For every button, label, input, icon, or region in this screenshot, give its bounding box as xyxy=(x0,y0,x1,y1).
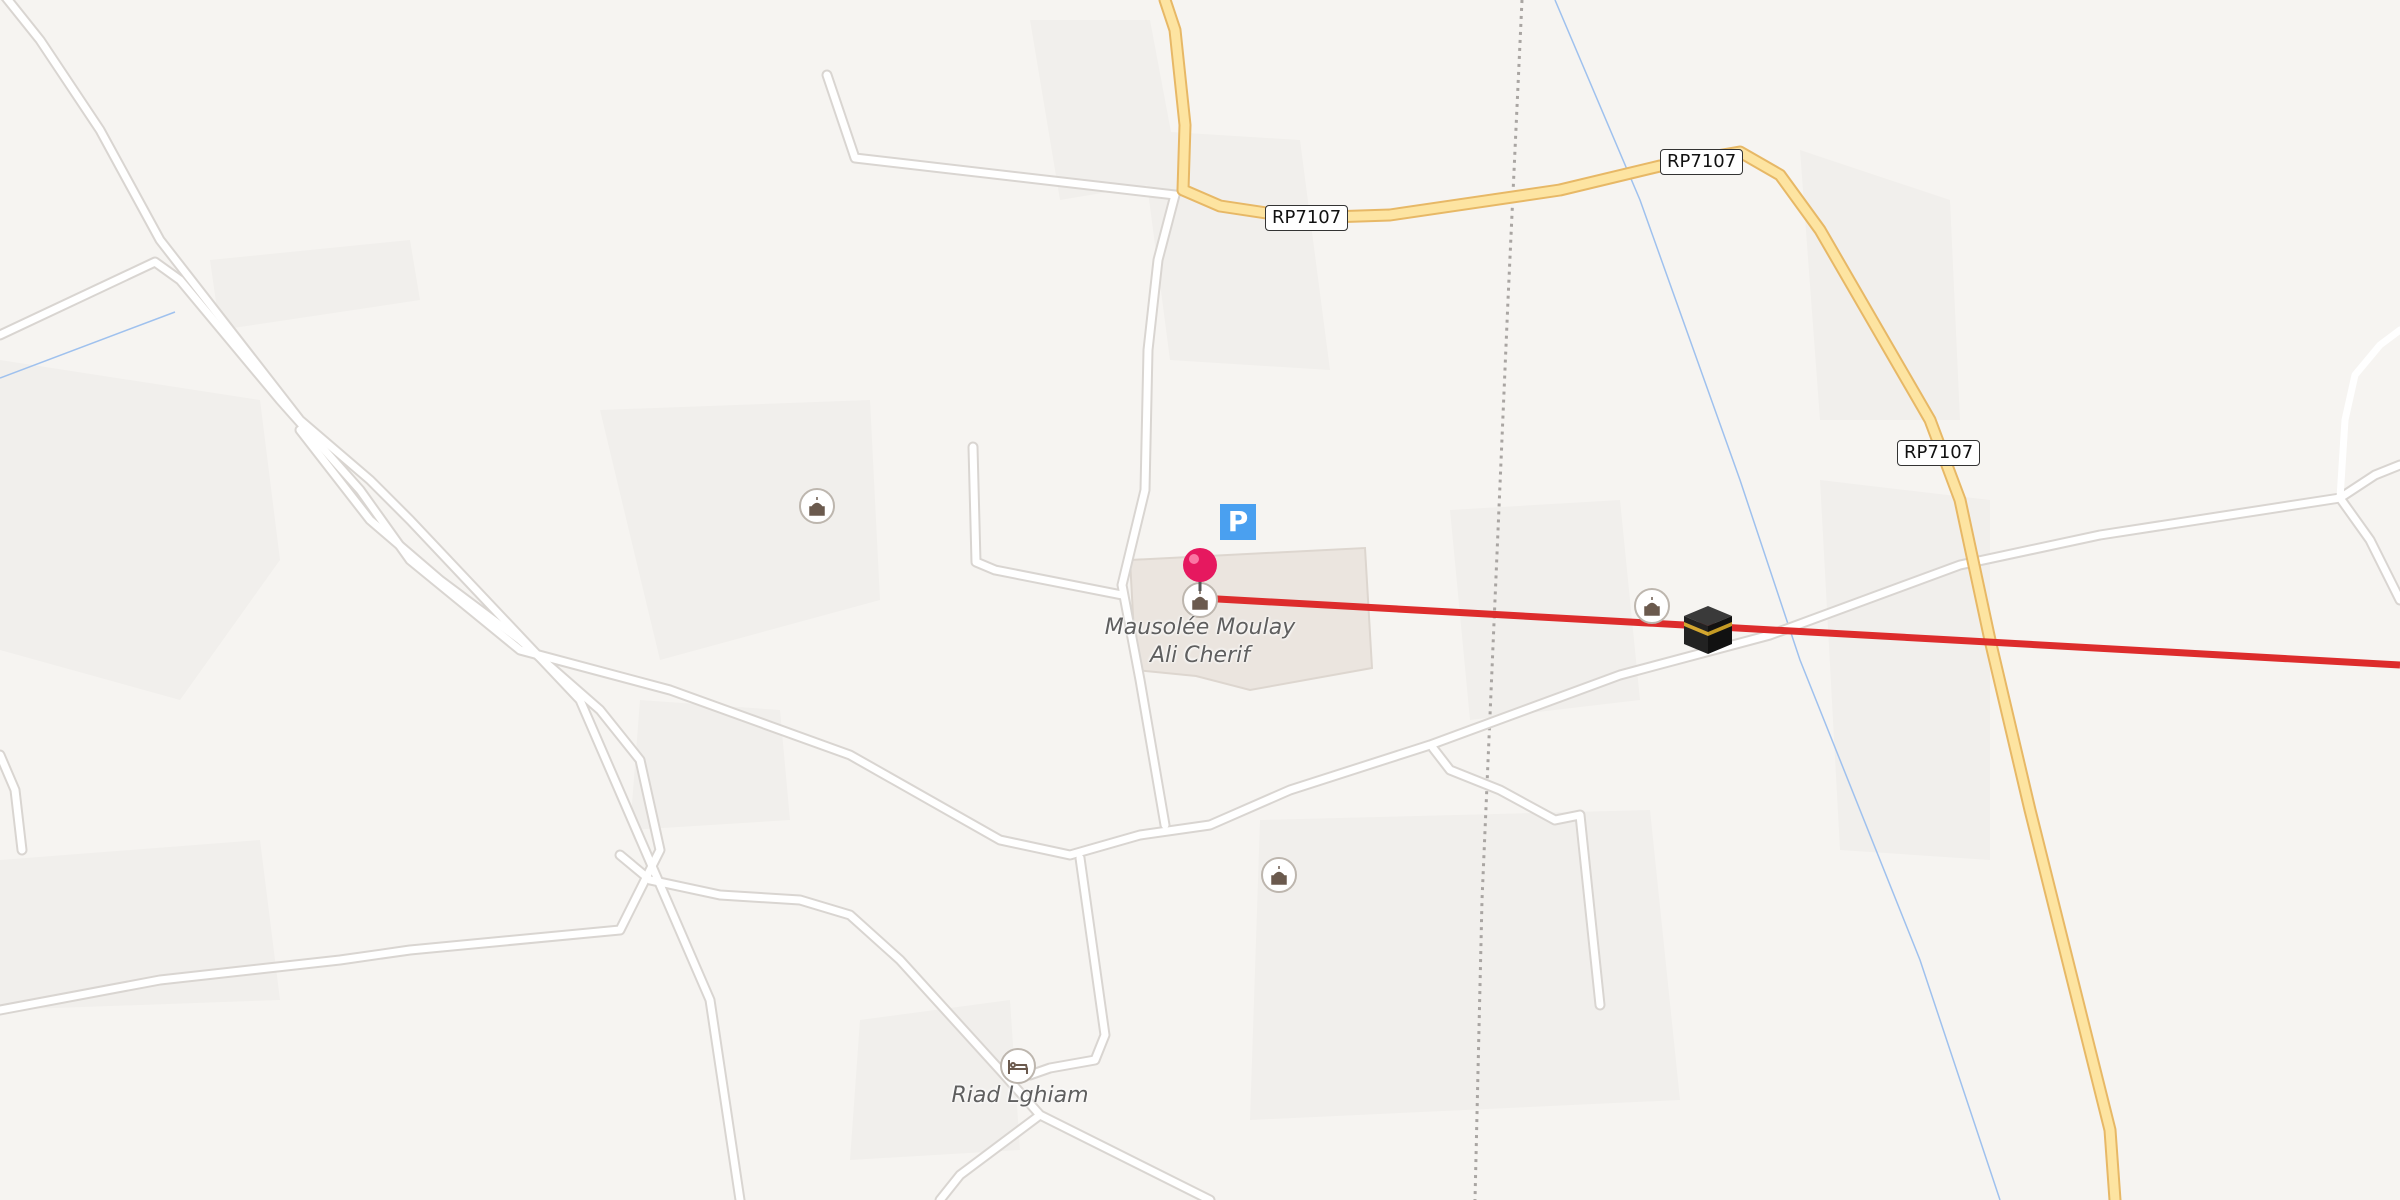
route-shield: RP7107 xyxy=(1897,440,1981,466)
route-shield: RP7107 xyxy=(1660,149,1744,175)
place-label-mausolee[interactable]: Mausolée Moulay Ali Cherif xyxy=(1100,614,1300,670)
place-label-riad[interactable]: Riad Lghiam xyxy=(940,1082,1100,1110)
mosque-icon[interactable] xyxy=(799,488,835,524)
location-pin-icon[interactable] xyxy=(1180,545,1220,593)
bed-icon[interactable] xyxy=(1000,1048,1036,1084)
route-shield: RP7107 xyxy=(1265,205,1349,231)
mosque-icon[interactable] xyxy=(1634,588,1670,624)
qibla-direction-line xyxy=(1199,594,2400,669)
mosque-icon[interactable] xyxy=(1261,857,1297,893)
kaaba-icon[interactable] xyxy=(1680,600,1736,656)
parking-icon[interactable]: P xyxy=(1220,504,1256,540)
landuse-areas xyxy=(0,20,1990,1160)
